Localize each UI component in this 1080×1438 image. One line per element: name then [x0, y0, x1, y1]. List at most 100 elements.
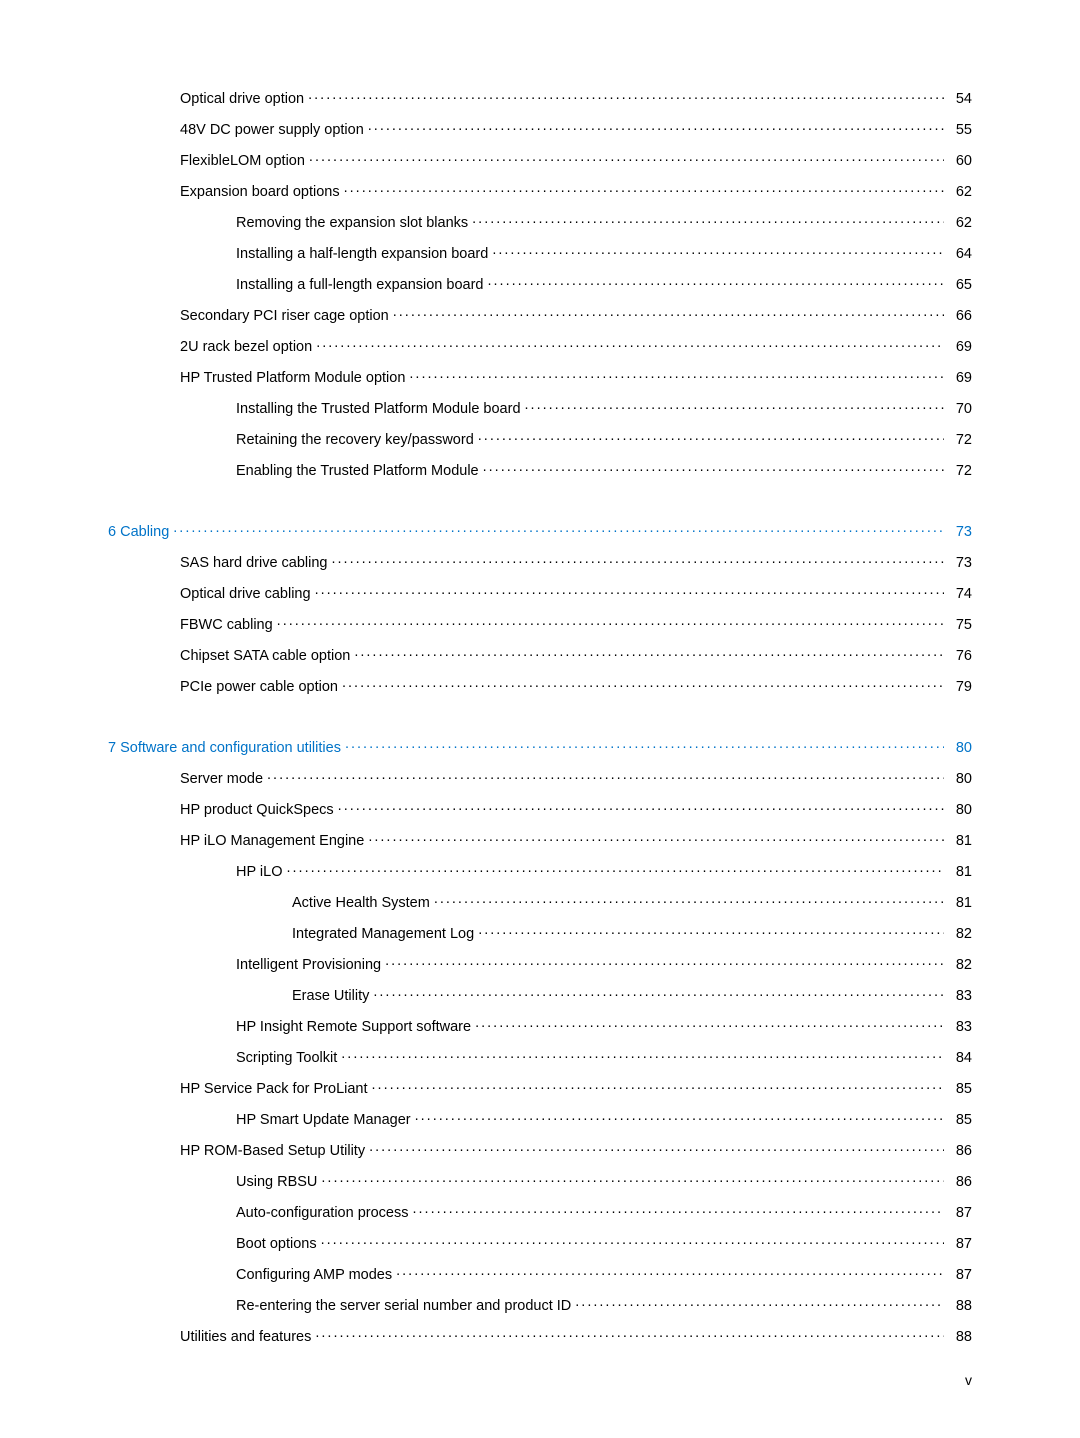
toc-entry-page: 86: [948, 1175, 972, 1190]
toc-entry-page: 62: [948, 185, 972, 200]
toc-entry[interactable]: Configuring AMP modes87: [108, 1264, 972, 1282]
toc-entry[interactable]: Installing the Trusted Platform Module b…: [108, 398, 972, 416]
toc-leader-dots: [434, 892, 944, 907]
toc-leader-dots: [393, 305, 944, 320]
toc-entry[interactable]: FBWC cabling 75: [108, 614, 972, 632]
toc-entry-page: 65: [948, 278, 972, 293]
page-number-footer: v: [965, 1372, 972, 1388]
toc-entry-label: HP Trusted Platform Module option: [180, 371, 405, 386]
toc-entry[interactable]: Auto-configuration process87: [108, 1202, 972, 1220]
toc-entry[interactable]: Utilities and features88: [108, 1326, 972, 1344]
toc-entry[interactable]: HP product QuickSpecs80: [108, 799, 972, 817]
toc-entry[interactable]: Optical drive option54: [108, 88, 972, 106]
toc-entry[interactable]: Installing a full-length expansion board…: [108, 274, 972, 292]
toc-entry-label: Using RBSU: [236, 1175, 317, 1190]
toc-entry[interactable]: FlexibleLOM option60: [108, 150, 972, 168]
toc-entry-page: 87: [948, 1237, 972, 1252]
toc-section-heading[interactable]: 7 Software and configuration utilities80: [108, 737, 972, 755]
toc-entry[interactable]: Installing a half-length expansion board…: [108, 243, 972, 261]
toc-entry[interactable]: Secondary PCI riser cage option66: [108, 305, 972, 323]
toc-entry[interactable]: Server mode80: [108, 768, 972, 786]
toc-entry[interactable]: Using RBSU 86: [108, 1171, 972, 1189]
toc-entry-label: Active Health System: [292, 896, 430, 911]
toc-entry[interactable]: HP Smart Update Manager 85: [108, 1109, 972, 1127]
toc-entry[interactable]: HP iLO Management Engine81: [108, 830, 972, 848]
toc-entry-page: 75: [948, 618, 972, 633]
toc-entry-page: 81: [948, 896, 972, 911]
toc-leader-dots: [483, 460, 944, 475]
toc-leader-dots: [472, 212, 944, 227]
toc-entry-label: HP iLO: [236, 865, 282, 880]
toc-entry[interactable]: Intelligent Provisioning82: [108, 954, 972, 972]
toc-entry-label: Configuring AMP modes: [236, 1268, 392, 1283]
toc-entry[interactable]: Enabling the Trusted Platform Module 72: [108, 460, 972, 478]
toc-entry-page: 88: [948, 1299, 972, 1314]
toc-entry[interactable]: HP ROM-Based Setup Utility86: [108, 1140, 972, 1158]
toc-entry-page: 55: [948, 123, 972, 138]
toc-leader-dots: [321, 1233, 944, 1248]
toc-entry-label: Installing a half-length expansion board: [236, 247, 488, 262]
toc-entry-page: 83: [948, 1020, 972, 1035]
toc-leader-dots: [368, 119, 944, 134]
toc-leader-dots: [487, 274, 944, 289]
toc-entry-page: 64: [948, 247, 972, 262]
toc-entry-label: 7 Software and configuration utilities: [108, 741, 341, 756]
toc-entry-label: HP Smart Update Manager: [236, 1113, 411, 1128]
toc-entry[interactable]: Removing the expansion slot blanks62: [108, 212, 972, 230]
toc-entry-page: 85: [948, 1113, 972, 1128]
toc-entry[interactable]: Retaining the recovery key/password 72: [108, 429, 972, 447]
toc-entry[interactable]: 48V DC power supply option 55: [108, 119, 972, 137]
toc-leader-dots: [525, 398, 944, 413]
toc-entry[interactable]: PCIe power cable option79: [108, 676, 972, 694]
toc-entry-label: HP product QuickSpecs: [180, 803, 334, 818]
toc-entry-label: PCIe power cable option: [180, 680, 338, 695]
toc-leader-dots: [277, 614, 944, 629]
toc-entry[interactable]: HP Trusted Platform Module option69: [108, 367, 972, 385]
toc-entry-page: 81: [948, 834, 972, 849]
toc-entry-page: 60: [948, 154, 972, 169]
toc-entry[interactable]: Optical drive cabling74: [108, 583, 972, 601]
toc-entry-page: 81: [948, 865, 972, 880]
toc-entry-page: 72: [948, 464, 972, 479]
toc-entry[interactable]: HP Service Pack for ProLiant85: [108, 1078, 972, 1096]
toc-entry[interactable]: Active Health System 81: [108, 892, 972, 910]
toc-entry-page: 82: [948, 927, 972, 942]
toc-leader-dots: [492, 243, 944, 258]
toc-entry[interactable]: HP Insight Remote Support software83: [108, 1016, 972, 1034]
toc-leader-dots: [373, 985, 944, 1000]
toc-entry[interactable]: HP iLO 81: [108, 861, 972, 879]
toc-leader-dots: [316, 336, 944, 351]
toc-entry-page: 66: [948, 309, 972, 324]
toc-entry-page: 73: [948, 556, 972, 571]
toc-entry[interactable]: Boot options87: [108, 1233, 972, 1251]
toc-entry-label: Enabling the Trusted Platform Module: [236, 464, 479, 479]
toc-entry-page: 82: [948, 958, 972, 973]
toc-spacer: [108, 491, 972, 521]
toc-leader-dots: [368, 830, 944, 845]
toc-leader-dots: [321, 1171, 944, 1186]
toc-entry[interactable]: Erase Utility83: [108, 985, 972, 1003]
toc-entry[interactable]: Re-entering the server serial number and…: [108, 1295, 972, 1313]
toc-entry-page: 73: [948, 525, 972, 540]
toc-entry[interactable]: Expansion board options 62: [108, 181, 972, 199]
toc-leader-dots: [338, 799, 944, 814]
toc-entry[interactable]: Integrated Management Log 82: [108, 923, 972, 941]
toc-leader-dots: [409, 367, 944, 382]
toc-entry-label: FBWC cabling: [180, 618, 273, 633]
toc-entry-page: 72: [948, 433, 972, 448]
toc-entry-label: Integrated Management Log: [292, 927, 474, 942]
toc-entry[interactable]: SAS hard drive cabling73: [108, 552, 972, 570]
toc-entry-label: Retaining the recovery key/password: [236, 433, 474, 448]
toc-entry-page: 85: [948, 1082, 972, 1097]
toc-section-heading[interactable]: 6 Cabling73: [108, 521, 972, 539]
toc-entry-label: 48V DC power supply option: [180, 123, 364, 138]
toc-entry[interactable]: Scripting Toolkit84: [108, 1047, 972, 1065]
table-of-contents: Optical drive option54 48V DC power suppl…: [108, 88, 972, 1344]
toc-entry-label: Expansion board options: [180, 185, 340, 200]
toc-entry[interactable]: Chipset SATA cable option76: [108, 645, 972, 663]
toc-entry[interactable]: 2U rack bezel option69: [108, 336, 972, 354]
toc-entry-page: 83: [948, 989, 972, 1004]
document-page: Optical drive option54 48V DC power suppl…: [0, 0, 1080, 1438]
toc-entry-label: Removing the expansion slot blanks: [236, 216, 468, 231]
toc-leader-dots: [308, 88, 944, 103]
